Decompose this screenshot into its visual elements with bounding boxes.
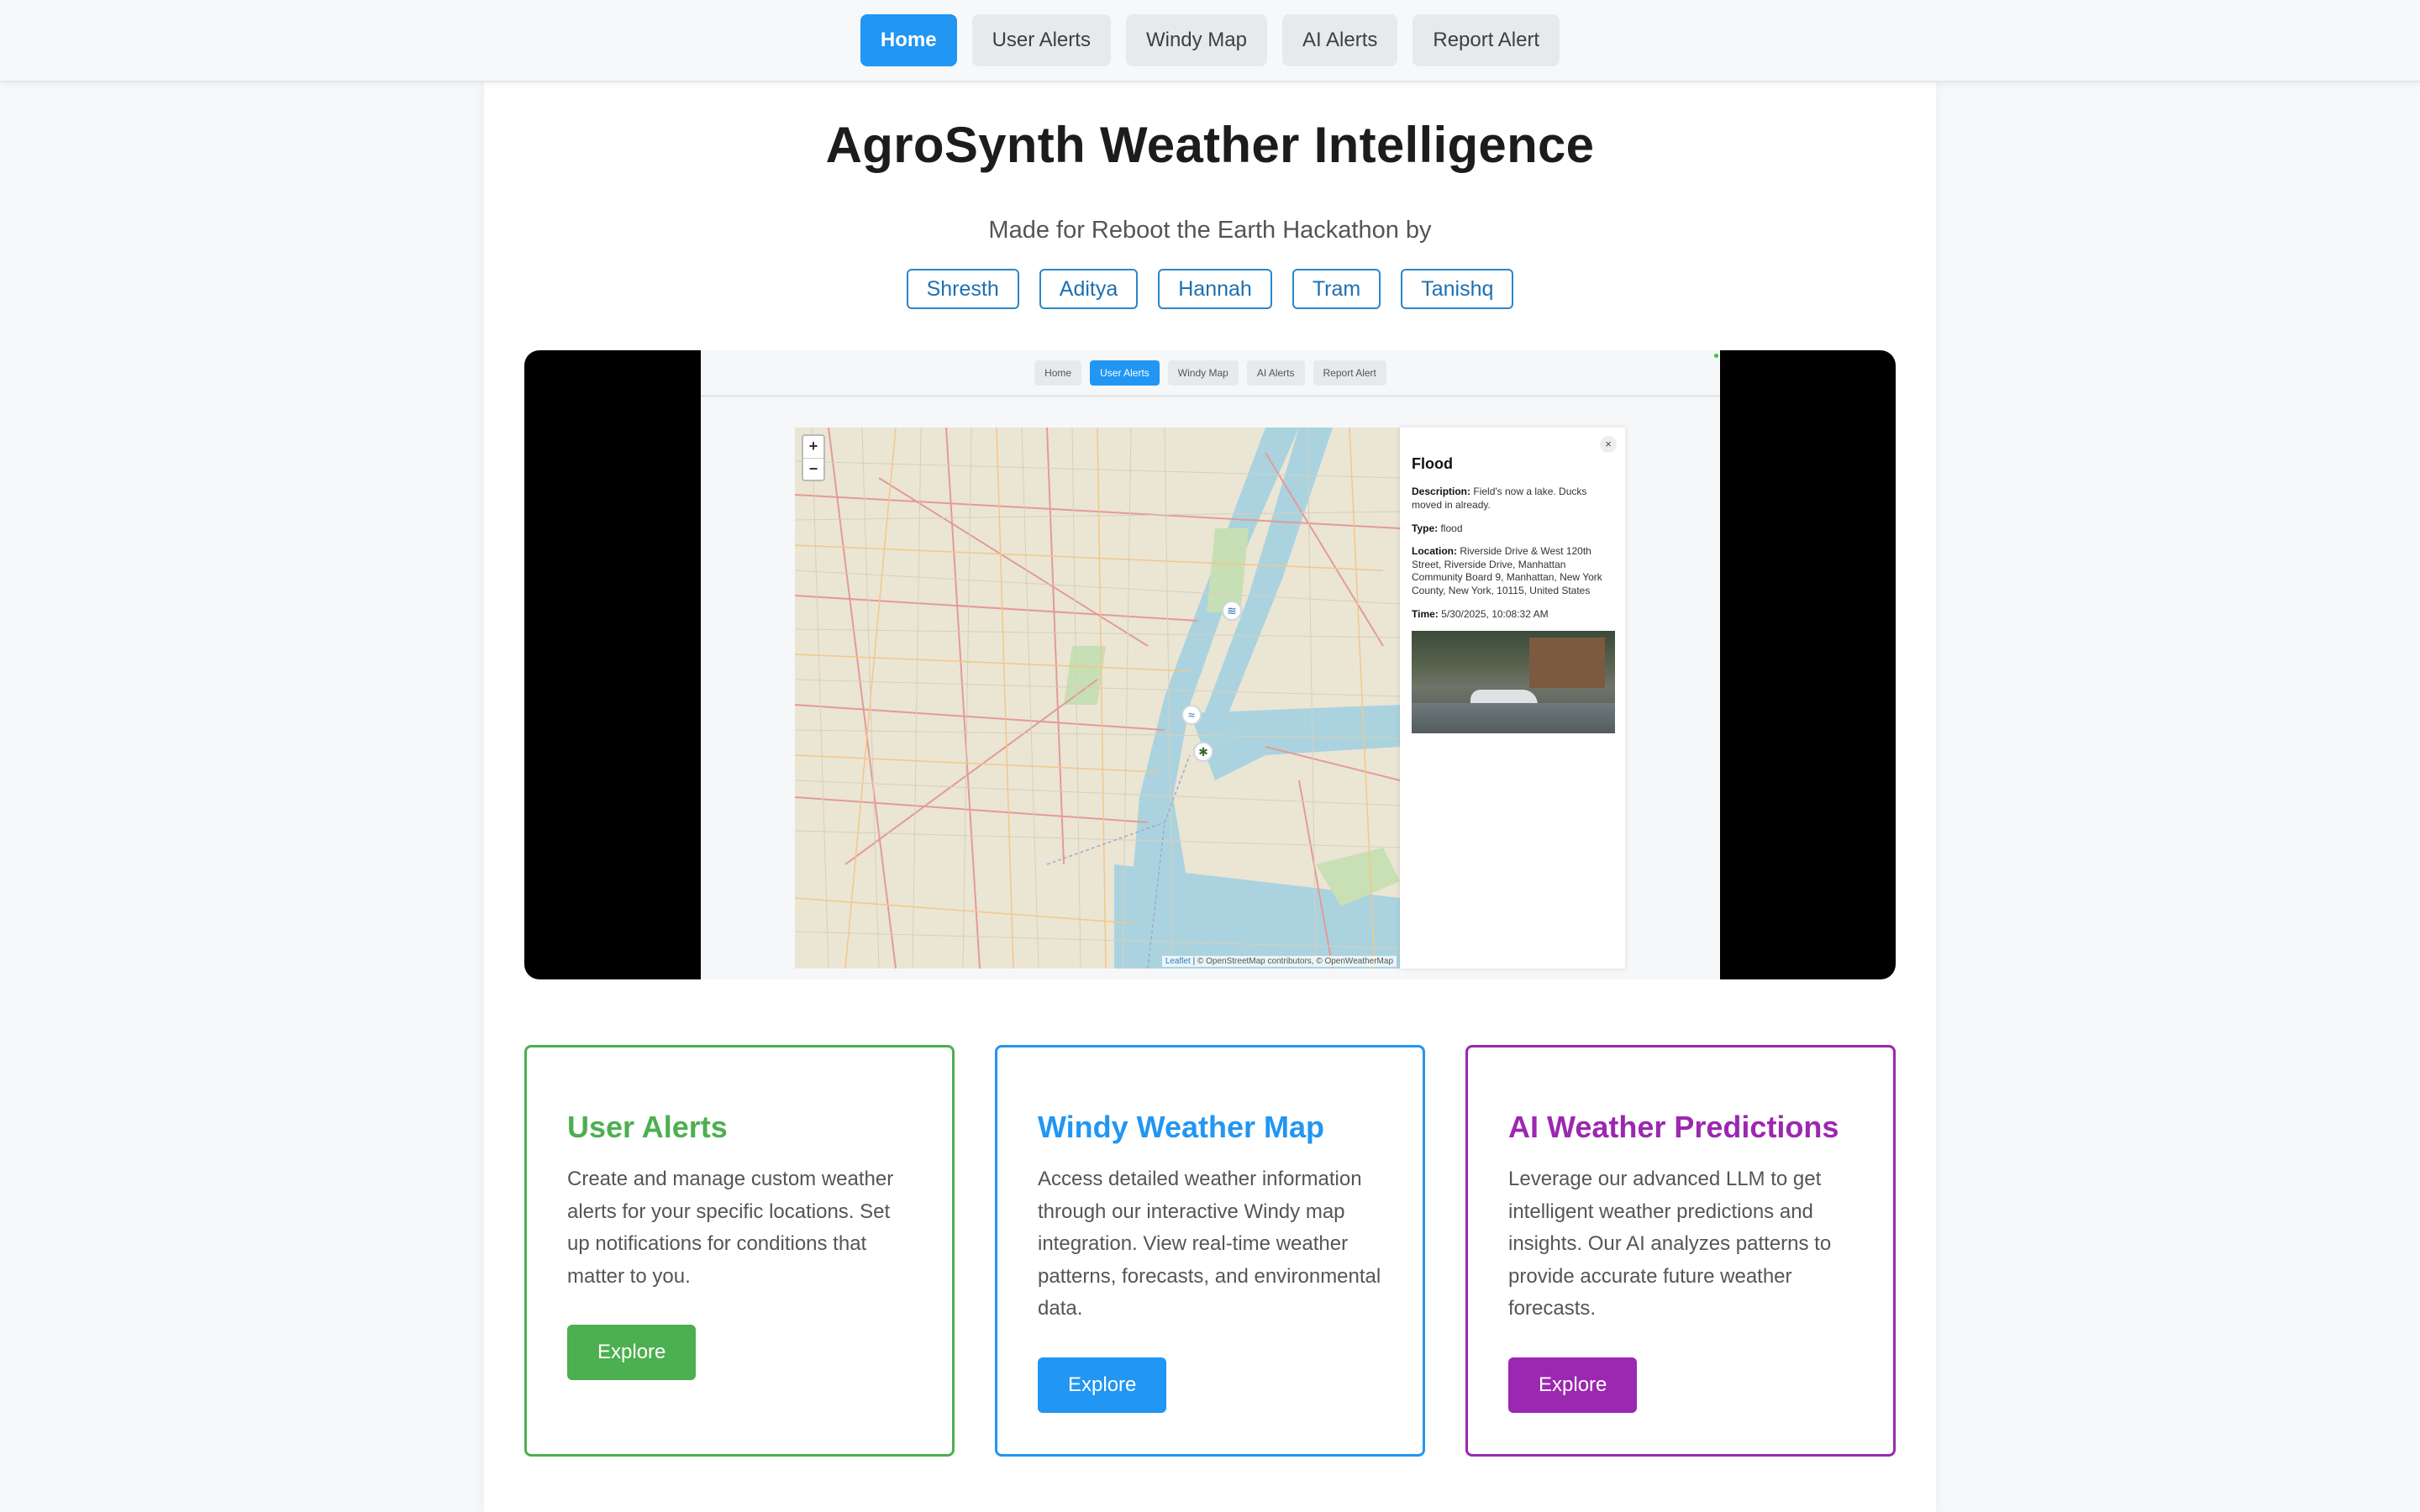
location-label: Location:	[1412, 545, 1457, 558]
windy-map-explore-button[interactable]: Explore	[1038, 1357, 1167, 1413]
page-title: AgroSynth Weather Intelligence	[825, 117, 1595, 173]
nav-windy-map-button[interactable]: Windy Map	[1125, 14, 1267, 66]
demo-video[interactable]: Home User Alerts Windy Map AI Alerts Rep…	[524, 350, 1896, 979]
team-member-tag[interactable]: Tanishq	[1401, 269, 1514, 309]
user-alerts-card: User Alerts Create and manage custom wea…	[524, 1045, 955, 1457]
ai-predictions-explore-button[interactable]: Explore	[1508, 1357, 1638, 1413]
card-title: User Alerts	[567, 1110, 728, 1144]
type-value: flood	[1440, 522, 1463, 534]
top-navigation: Home User Alerts Windy Map AI Alerts Rep…	[0, 0, 2420, 82]
time-label: Time:	[1412, 607, 1439, 620]
description-label: Description:	[1412, 486, 1471, 498]
demo-nav-user-alerts: User Alerts	[1090, 360, 1160, 386]
card-description: Access detailed weather information thro…	[1038, 1168, 1381, 1320]
team-list: Shresth Aditya Hannah Tram Tanishq	[484, 269, 1936, 309]
zoom-in-button[interactable]: +	[803, 436, 823, 459]
team-member-tag[interactable]: Tram	[1292, 269, 1381, 309]
bug-icon[interactable]: ✱	[1193, 742, 1213, 762]
photo-house	[1529, 638, 1605, 689]
card-description: Create and manage custom weather alerts …	[567, 1168, 894, 1288]
map-attribution: Leaflet | © OpenStreetMap contributors, …	[1161, 956, 1397, 967]
water-waves-icon[interactable]: ≋	[1222, 601, 1242, 621]
leaflet-link[interactable]: Leaflet	[1165, 957, 1191, 966]
demo-nav-ai-alerts: AI Alerts	[1246, 360, 1305, 386]
demo-navigation: Home User Alerts Windy Map AI Alerts Rep…	[701, 350, 1720, 397]
card-description: Leverage our advanced LLM to get intelli…	[1508, 1168, 1832, 1320]
card-title: AI Weather Predictions	[1508, 1110, 1839, 1144]
team-member-tag[interactable]: Hannah	[1158, 269, 1272, 309]
alert-type: Type: flood	[1412, 522, 1613, 536]
demo-nav-report-alert: Report Alert	[1313, 360, 1386, 386]
alert-location: Location: Riverside Drive & West 120th S…	[1412, 545, 1613, 597]
flood-photo	[1412, 631, 1615, 734]
user-alerts-explore-button[interactable]: Explore	[567, 1325, 697, 1380]
recording-indicator-icon	[1714, 354, 1718, 358]
demo-nav-home: Home	[1034, 360, 1082, 386]
type-label: Type:	[1412, 522, 1439, 534]
alert-time: Time: 5/30/2025, 10:08:32 AM	[1412, 608, 1613, 622]
card-title: Windy Weather Map	[1038, 1110, 1325, 1144]
zoom-out-button[interactable]: −	[803, 459, 823, 480]
nav-user-alerts-button[interactable]: User Alerts	[971, 14, 1111, 66]
main-panel: AgroSynth Weather Intelligence Made for …	[484, 82, 1936, 1512]
windy-map-card: Windy Weather Map Access detailed weathe…	[995, 1045, 1425, 1457]
demo-nav-windy-map: Windy Map	[1167, 360, 1239, 386]
demo-video-frame: Home User Alerts Windy Map AI Alerts Rep…	[701, 350, 1720, 979]
alert-title: Flood	[1412, 455, 1453, 472]
alert-description: Description: Field's now a lake. Ducks m…	[1412, 486, 1613, 512]
alert-detail-popup: × Flood Description: Field's now a lake.…	[1400, 428, 1625, 969]
photo-water	[1412, 703, 1615, 734]
nav-home-button[interactable]: Home	[860, 14, 957, 66]
map-tiles	[795, 428, 1400, 969]
team-member-tag[interactable]: Shresth	[906, 269, 1019, 309]
nav-report-alert-button[interactable]: Report Alert	[1413, 14, 1560, 66]
close-icon[interactable]: ×	[1600, 436, 1617, 453]
ai-predictions-card: AI Weather Predictions Leverage our adva…	[1465, 1045, 1896, 1457]
map-zoom-control: + −	[802, 434, 825, 481]
alerts-map: + − ≋ ≈ ✱ Leaflet | © OpenStreetMap cont…	[795, 428, 1400, 969]
nav-ai-alerts-button[interactable]: AI Alerts	[1282, 14, 1398, 66]
hackathon-subtitle: Made for Reboot the Earth Hackathon by	[988, 217, 1432, 244]
time-value: 5/30/2025, 10:08:32 AM	[1441, 607, 1549, 620]
team-member-tag[interactable]: Aditya	[1039, 269, 1139, 309]
attribution-text: | © OpenStreetMap contributors, © OpenWe…	[1192, 957, 1393, 966]
wind-icon[interactable]: ≈	[1181, 705, 1202, 725]
